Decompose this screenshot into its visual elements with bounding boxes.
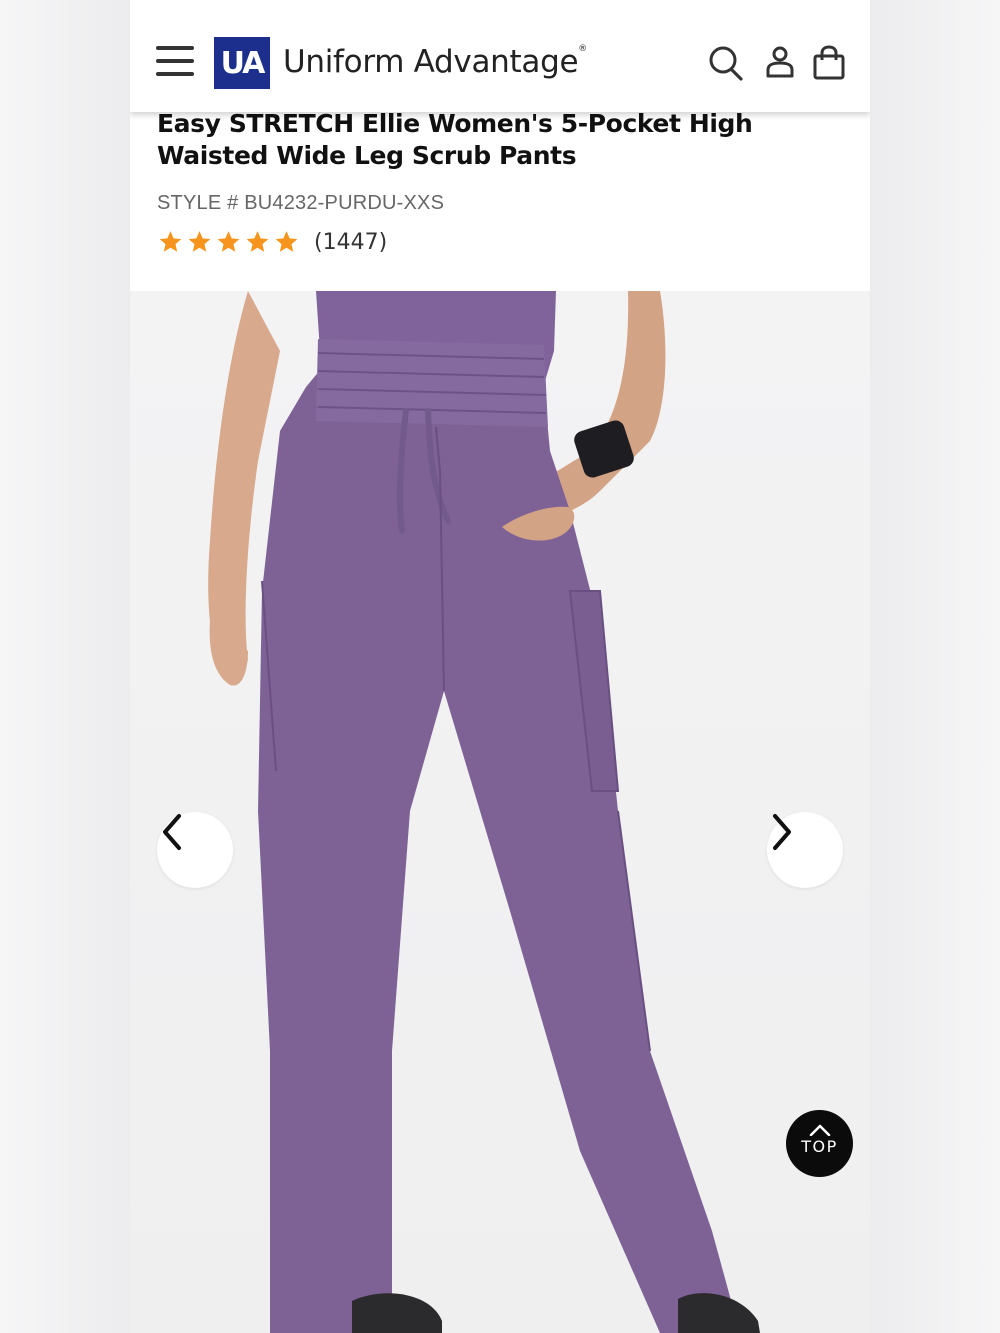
star-icon [159,231,182,252]
account-icon[interactable] [762,44,798,82]
registered-mark: ® [578,44,587,54]
brand-name[interactable]: Uniform Advantage® [283,44,587,80]
product-header: Easy STRETCH Ellie Women's 5-Pocket High… [157,108,847,172]
back-to-top-label: TOP [801,1137,838,1156]
next-image-button[interactable] [767,812,843,888]
rating-summary[interactable]: (1447) [157,229,387,255]
review-count[interactable]: (1447) [314,230,387,255]
menu-icon[interactable] [156,46,194,78]
chevron-up-icon [809,1124,831,1136]
page-background-left [0,0,130,1333]
chevron-right-icon [773,814,791,850]
star-icon [188,231,211,252]
shopping-bag-icon[interactable] [811,44,847,82]
product-photo [208,291,760,1333]
back-to-top-button[interactable]: TOP [786,1110,853,1177]
site-header: UA Uniform Advantage® [130,0,870,112]
mobile-viewport: TOP Easy STRETCH Ellie Women's 5-Pocket … [130,0,870,1333]
page-background-right [870,0,1000,1333]
star-icon [246,231,269,252]
brand-logo[interactable]: UA [214,37,270,89]
style-number: STYLE # BU4232-PURDU-XXS [157,192,445,214]
chevron-left-icon [163,814,181,850]
star-icon [275,231,298,252]
brand-name-text: Uniform Advantage [283,44,579,80]
product-image-gallery[interactable]: TOP [130,291,870,1333]
product-title: Easy STRETCH Ellie Women's 5-Pocket High… [157,109,753,170]
star-icon [217,231,240,252]
search-icon[interactable] [708,44,744,82]
previous-image-button[interactable] [157,812,233,888]
